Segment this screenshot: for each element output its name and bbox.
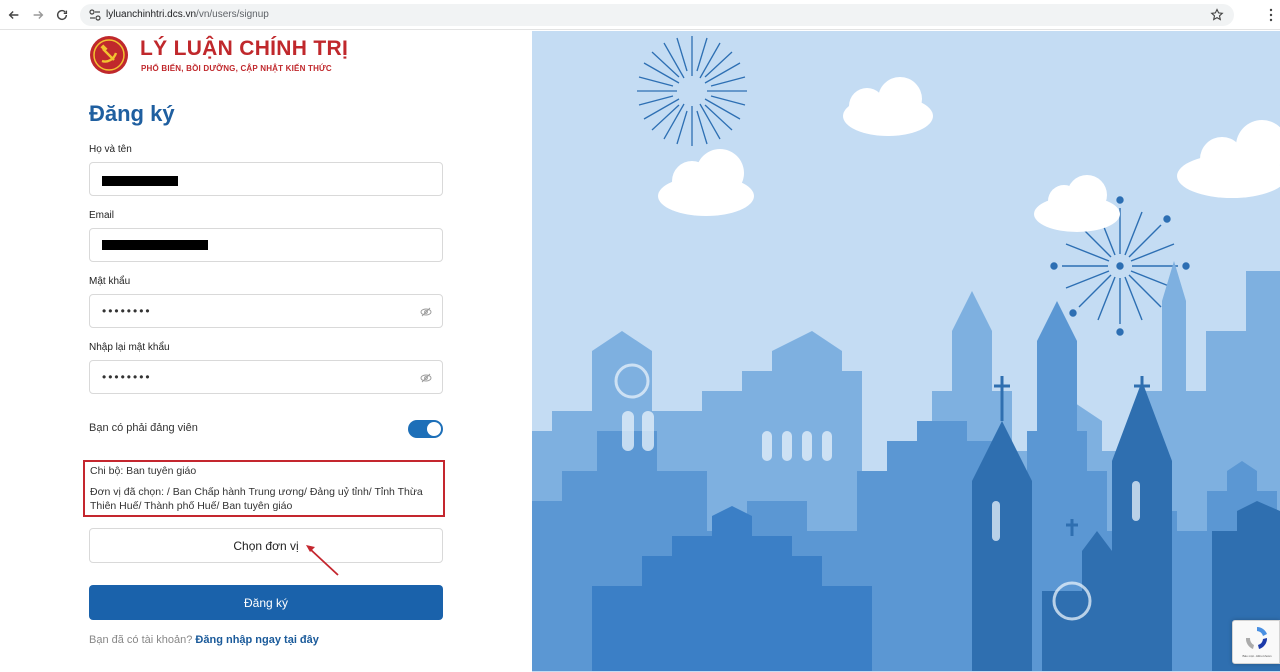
party-member-label: Bạn có phải đảng viên	[89, 422, 198, 434]
selected-unit-text: Đơn vị đã chọn: / Ban Chấp hành Trung ươ…	[90, 486, 423, 512]
url-text: lyluanchinhtri.dcs.vn/vn/users/signup	[106, 8, 269, 22]
browser-toolbar: lyluanchinhtri.dcs.vn/vn/users/signup	[0, 0, 1280, 30]
selected-unit-info: Chi bộ: Ban tuyên giáo Đơn vị đã chọn: /…	[83, 460, 445, 517]
password-input[interactable]: ••••••••	[89, 294, 443, 328]
redacted-value	[102, 176, 178, 186]
fullname-input[interactable]	[89, 162, 443, 196]
signup-submit-button[interactable]: Đăng ký	[89, 585, 443, 620]
star-icon[interactable]	[1210, 8, 1224, 22]
page-title: Đăng ký	[89, 101, 175, 126]
logo-subtitle: PHỔ BIẾN, BỒI DƯỠNG, CẬP NHẬT KIẾN THỨC	[141, 64, 332, 73]
forward-icon[interactable]	[30, 7, 46, 23]
eye-off-icon[interactable]	[420, 306, 432, 318]
party-member-row: Bạn có phải đảng viên	[89, 420, 443, 440]
logo-title: LÝ LUẬN CHÍNH TRỊ	[140, 37, 349, 60]
choose-unit-button[interactable]: Chọn đơn vị	[89, 528, 443, 563]
back-icon[interactable]	[6, 7, 22, 23]
password-label: Mật khẩu	[89, 276, 131, 287]
password-confirm-value: ••••••••	[102, 370, 152, 384]
redacted-value	[102, 240, 208, 250]
signup-panel: LÝ LUẬN CHÍNH TRỊ PHỔ BIẾN, BỒI DƯỠNG, C…	[0, 31, 532, 672]
site-info-icon[interactable]	[88, 8, 102, 22]
password-value: ••••••••	[102, 304, 152, 318]
url-host: lyluanchinhtri.dcs.vn	[106, 9, 197, 20]
recaptcha-badge[interactable]: Bảo mật - Điều khoản	[1232, 620, 1280, 664]
reload-icon[interactable]	[54, 7, 70, 23]
address-bar[interactable]: lyluanchinhtri.dcs.vn/vn/users/signup	[80, 4, 1234, 26]
url-path: /vn/users/signup	[196, 9, 269, 20]
password-confirm-label: Nhập lại mật khẩu	[89, 342, 170, 353]
party-member-toggle[interactable]	[408, 420, 443, 438]
chi-bo-text: Chi bộ: Ban tuyên giáo	[90, 465, 197, 477]
recaptcha-icon	[1245, 627, 1268, 649]
fullname-label: Họ và tên	[89, 144, 132, 155]
recaptcha-text[interactable]: Bảo mật - Điều khoản	[1236, 654, 1278, 658]
email-label: Email	[89, 210, 115, 221]
password-confirm-input[interactable]: ••••••••	[89, 360, 443, 394]
eye-off-icon[interactable]	[420, 372, 432, 384]
login-link[interactable]: Đăng nhập ngay tại đây	[195, 634, 318, 646]
party-emblem-icon	[90, 36, 128, 74]
toggle-knob	[427, 422, 441, 436]
site-logo[interactable]: LÝ LUẬN CHÍNH TRỊ PHỔ BIẾN, BỒI DƯỠNG, C…	[89, 34, 349, 76]
city-illustration	[532, 31, 1280, 672]
login-prompt: Bạn đã có tài khoản? Đăng nhập ngay tại …	[89, 634, 319, 646]
email-input[interactable]	[89, 228, 443, 262]
annotation-arrow	[306, 545, 339, 576]
illustration-panel	[532, 31, 1280, 672]
login-question: Bạn đã có tài khoản?	[89, 634, 193, 646]
menu-icon[interactable]	[1268, 8, 1274, 22]
